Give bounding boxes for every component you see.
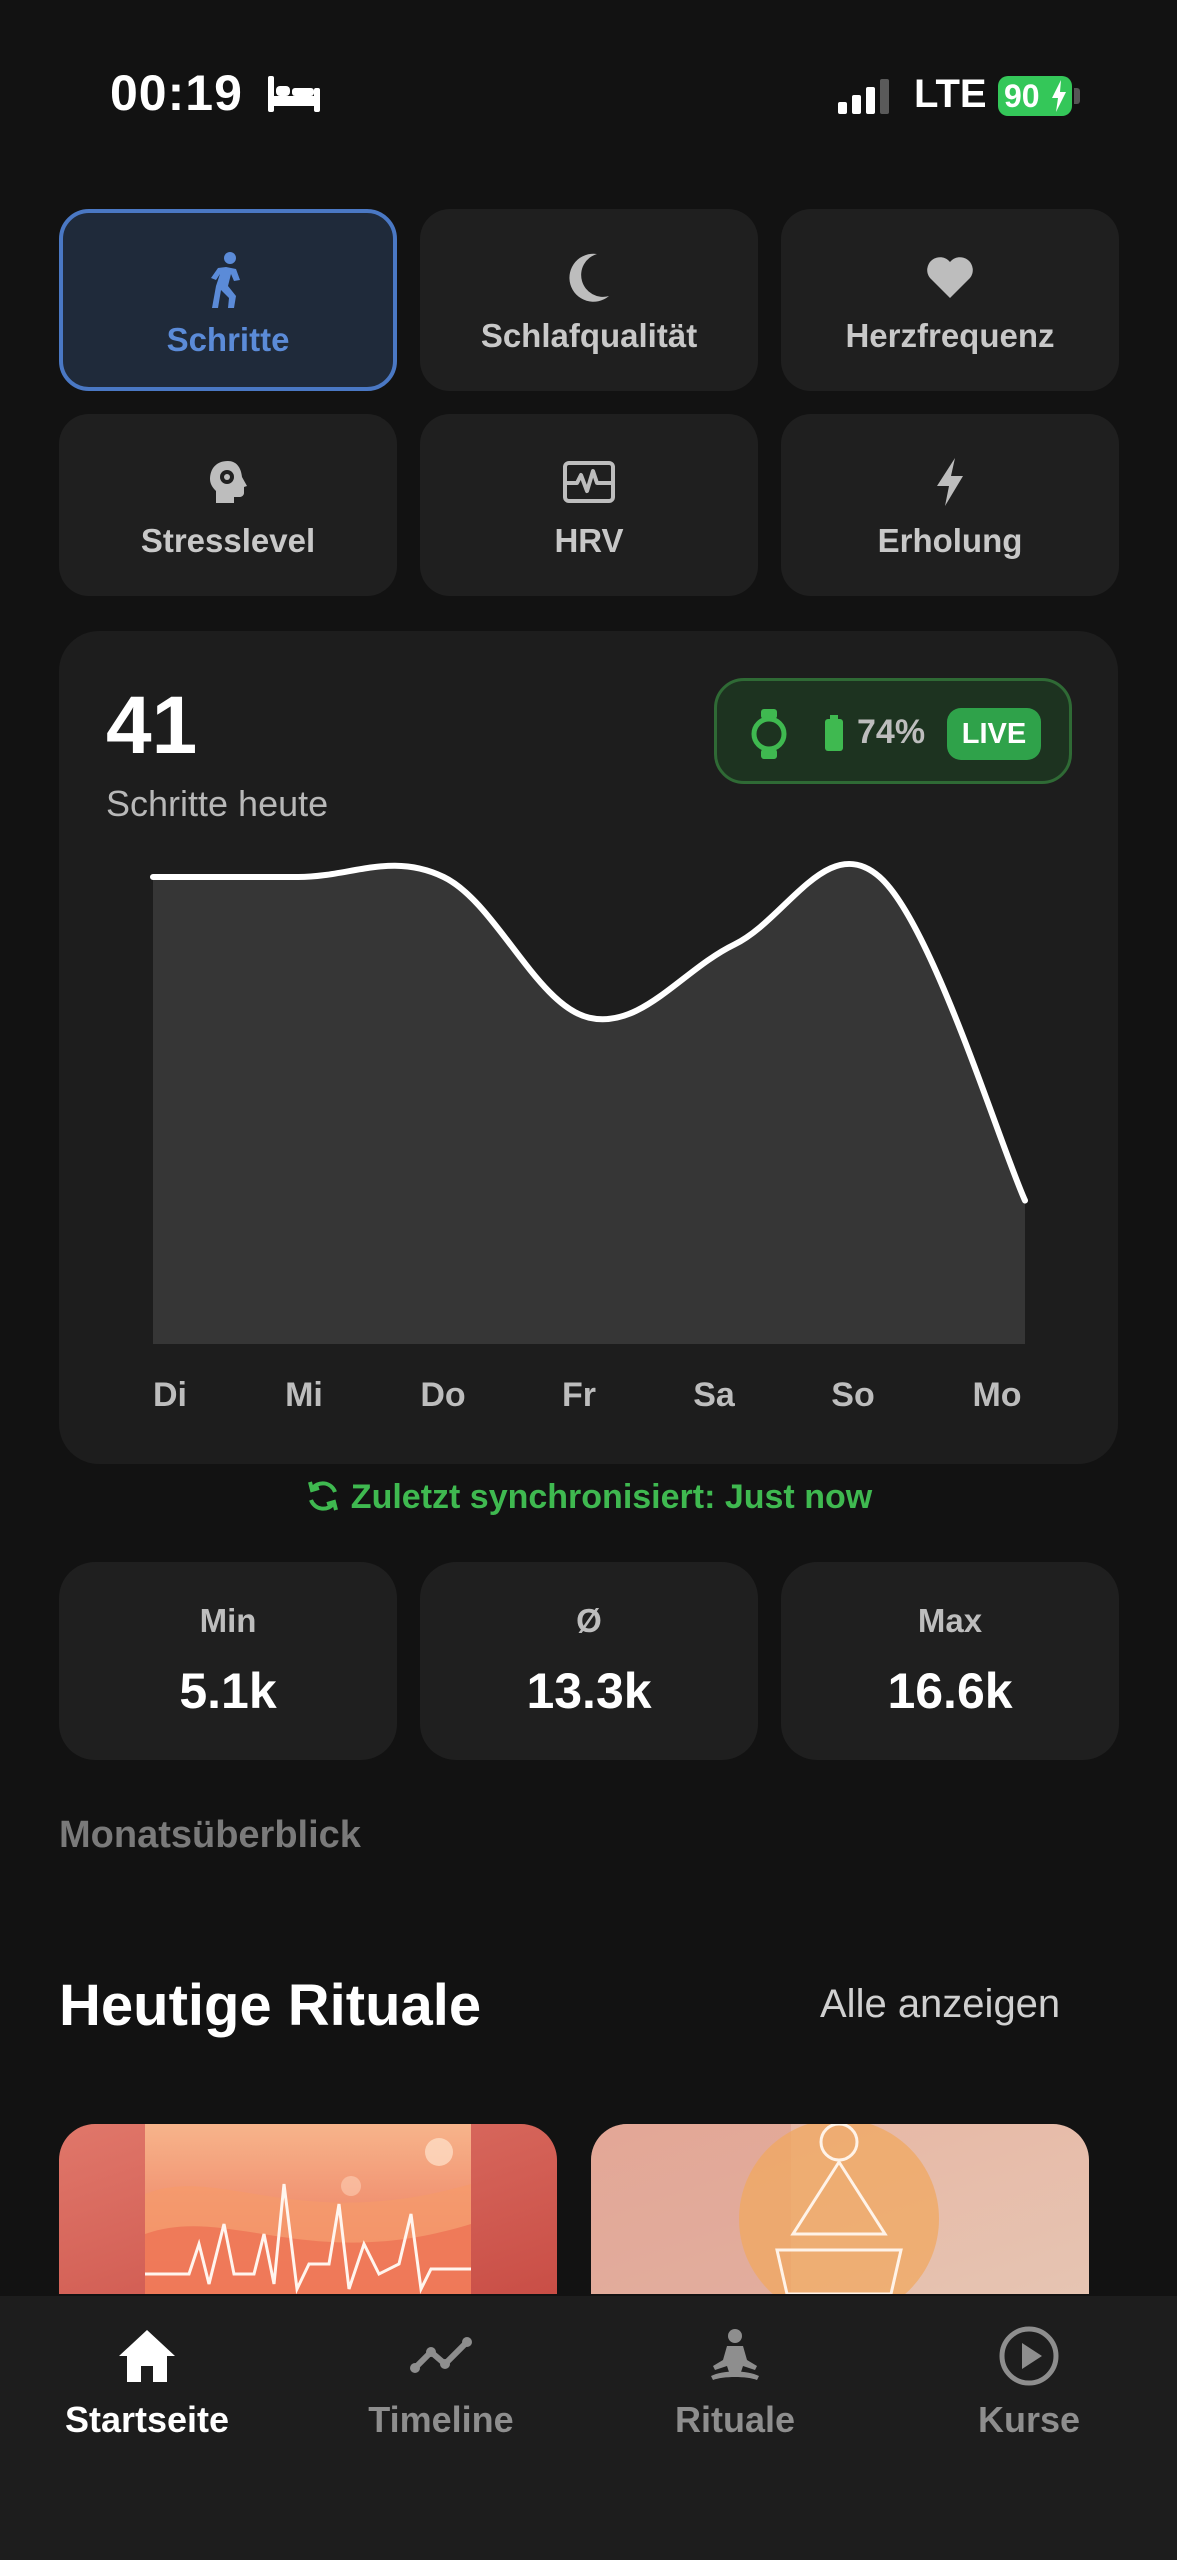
see-all-rituals-link[interactable]: Alle anzeigen	[820, 1982, 1060, 2027]
walking-icon	[198, 251, 258, 311]
metric-tile-label: Erholung	[877, 522, 1023, 559]
stat-label: Max	[917, 1602, 983, 1639]
sync-text: Zuletzt synchronisiert: Just now	[350, 1478, 873, 1516]
metric-tile-label: Schlafqualität	[480, 317, 698, 354]
tab-label: Kurse	[977, 2399, 1081, 2440]
x-tick-label: Di	[153, 1376, 187, 1414]
metric-tile-heart-rate[interactable]: Herzfrequenz	[781, 209, 1119, 391]
metric-tile-recovery[interactable]: Erholung	[781, 414, 1119, 596]
charging-bolt-icon	[1052, 80, 1066, 112]
timeline-icon	[410, 2337, 472, 2373]
tab-label: Rituale	[674, 2399, 796, 2440]
play-circle-icon	[999, 2326, 1059, 2386]
sync-icon	[307, 1481, 338, 1511]
status-bar: 00:19 LTE 90	[0, 0, 1177, 190]
tab-label: Startseite	[64, 2399, 230, 2440]
ritual-card-2[interactable]	[591, 2124, 1089, 2294]
x-tick-label: Mi	[285, 1376, 323, 1414]
stat-value: 16.6k	[887, 1663, 1013, 1719]
month-overview-link[interactable]: Monatsüberblick	[59, 1814, 361, 1857]
meditation-icon	[711, 2329, 759, 2380]
stat-max: Max 16.6k	[781, 1562, 1119, 1760]
x-tick-label: So	[831, 1376, 874, 1414]
stat-min: Min 5.1k	[59, 1562, 397, 1760]
heart-icon	[920, 247, 980, 307]
metric-tile-label: HRV	[554, 522, 624, 559]
metric-tile-hrv[interactable]: HRV	[420, 414, 758, 596]
metric-tile-label: Herzfrequenz	[845, 317, 1055, 354]
network-type: LTE	[914, 72, 987, 116]
ritual-card-1[interactable]	[59, 2124, 557, 2294]
metric-tile-label: Schritte	[166, 321, 290, 358]
stat-value: 5.1k	[179, 1663, 277, 1719]
battery-level: 90	[1004, 78, 1040, 114]
tab-startseite[interactable]: Startseite	[0, 2324, 294, 2441]
ritual-card-2-image	[591, 2124, 1089, 2294]
steps-chart-card: 41 Schritte heute 74% LIVE Di Mi Do Fr Sa So M…	[59, 631, 1118, 1464]
tab-kurse[interactable]: Kurse	[882, 2324, 1176, 2441]
x-tick-label: Fr	[562, 1376, 596, 1414]
ritual-card-1-image	[59, 2124, 557, 2294]
tab-timeline[interactable]: Timeline	[294, 2324, 588, 2441]
bed-icon	[268, 76, 320, 112]
moon-icon	[559, 247, 619, 307]
metric-tile-steps[interactable]: Schritte	[59, 209, 397, 391]
stat-label: Ø	[576, 1602, 602, 1639]
x-tick-label: Mo	[972, 1376, 1021, 1414]
head-gear-icon	[198, 452, 258, 512]
tab-label: Timeline	[368, 2399, 514, 2440]
home-icon	[119, 2330, 175, 2382]
x-tick-label: Do	[420, 1376, 465, 1414]
steps-area-chart: Di Mi Do Fr Sa So Mo	[150, 860, 1028, 1414]
stat-value: 13.3k	[526, 1663, 652, 1719]
hrv-wave-icon	[559, 452, 619, 512]
tab-rituale[interactable]: Rituale	[588, 2324, 882, 2441]
stat-average: Ø 13.3k	[420, 1562, 758, 1760]
chart-area-fill	[153, 863, 1025, 1344]
battery-indicator: 90	[998, 76, 1072, 116]
cellular-signal-icon	[838, 79, 889, 114]
battery-cap	[1074, 88, 1080, 104]
bottom-tab-bar: Startseite Timeline Rituale Kurse	[0, 2296, 1177, 2560]
stat-label: Min	[199, 1602, 257, 1639]
metric-tile-sleep[interactable]: Schlafqualität	[420, 209, 758, 391]
metric-tile-label: Stresslevel	[140, 522, 316, 559]
status-time: 00:19	[110, 65, 243, 121]
sync-status: Zuletzt synchronisiert: Just now	[0, 1478, 1177, 1517]
rituals-section-title: Heutige Rituale	[59, 1973, 482, 2038]
x-tick-label: Sa	[693, 1376, 736, 1414]
metric-tile-stress[interactable]: Stresslevel	[59, 414, 397, 596]
bolt-icon	[920, 452, 980, 512]
